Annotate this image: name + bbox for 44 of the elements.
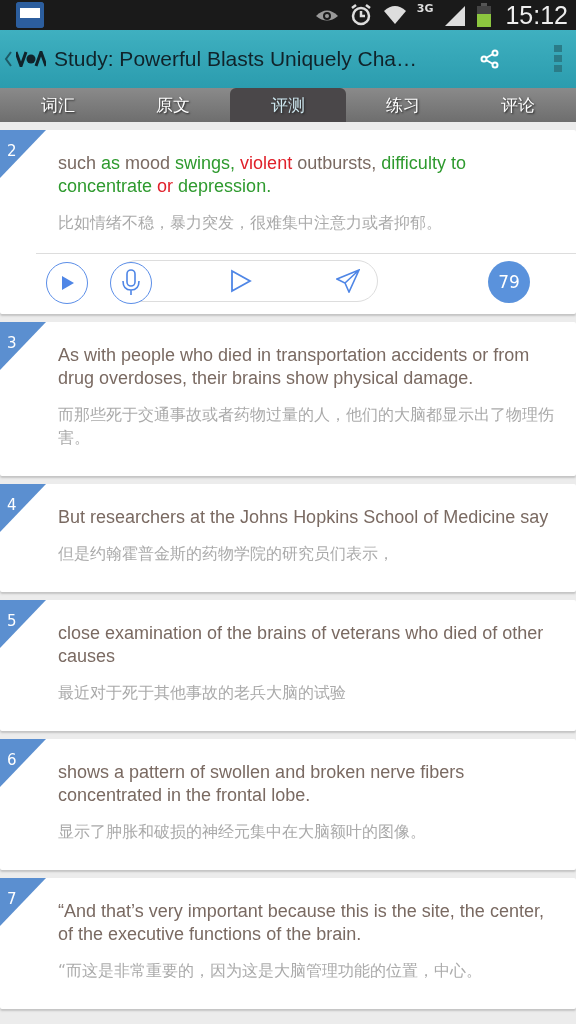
english-sentence: But researchers at the Johns Hopkins School of Medicine say — [58, 506, 550, 529]
wifi-icon — [382, 4, 407, 26]
clock: 15:12 — [505, 0, 568, 30]
app-logo-icon — [16, 2, 44, 28]
microphone-button[interactable] — [110, 262, 152, 304]
corner-ribbon — [0, 878, 46, 926]
chinese-translation: 但是约翰霍普金斯的药物学院的研究员们表示， — [58, 544, 395, 565]
tab[interactable]: 评测 — [230, 88, 346, 122]
sentence-number: 6 — [7, 751, 17, 769]
english-sentence: close examination of the brains of veterans who died of other causes — [58, 622, 545, 668]
microphone-icon — [121, 269, 141, 297]
chinese-translation: 显示了肿胀和破损的神经元集中在大脑额叶的图像。 — [58, 822, 427, 843]
english-sentence: “And that’s very important because this is the site, the center, of the executive functions of the brain. — [58, 900, 545, 946]
share-icon[interactable] — [480, 49, 500, 69]
corner-ribbon — [0, 739, 46, 787]
chinese-translation: 而那些死于交通事故或者药物过量的人，他们的大脑都显示出了物理伤害。 — [58, 405, 555, 449]
network-type: 3G — [416, 2, 434, 15]
corner-ribbon — [0, 600, 46, 648]
tab[interactable]: 评论 — [460, 88, 576, 122]
tab[interactable]: 原文 — [115, 88, 231, 122]
chinese-translation: “而这是非常重要的，因为这是大脑管理功能的位置，中心。 — [58, 961, 484, 982]
send-button[interactable] — [336, 269, 360, 296]
sentence-number: 2 — [7, 142, 17, 160]
score-badge: 79 — [488, 261, 530, 303]
tab[interactable]: 练习 — [345, 88, 461, 122]
sentence-number: 7 — [7, 890, 17, 908]
tab[interactable]: 词汇 — [0, 88, 116, 122]
article-title: Study: Powerful Blasts Uniquely Cha… — [54, 47, 418, 71]
play-button[interactable] — [46, 262, 88, 304]
corner-ribbon — [0, 322, 46, 370]
corner-ribbon — [0, 484, 46, 532]
app-logo-icon[interactable] — [16, 51, 46, 67]
corner-ribbon — [0, 130, 46, 178]
chinese-translation: 比如情绪不稳，暴力突发，很难集中注意力或者抑郁。 — [58, 213, 443, 234]
sentence-number: 3 — [7, 334, 17, 352]
sentence-number: 5 — [7, 612, 17, 630]
signal-icon — [443, 4, 468, 26]
chinese-translation: 最近对于死于其他事故的老兵大脑的试验 — [58, 683, 347, 704]
battery-icon — [477, 3, 492, 27]
english-sentence: shows a pattern of swollen and broken nerve fibers concentrated in the frontal lobe. — [58, 761, 466, 807]
english-sentence: such as mood swings, violent outbursts, difficulty to concentrate or depression. — [58, 152, 467, 198]
back-icon[interactable] — [4, 51, 12, 67]
english-sentence: As with people who died in transportation accidents or from drug overdoses, their brains show physical damage. — [58, 344, 531, 390]
sentence-number: 4 — [7, 496, 17, 514]
